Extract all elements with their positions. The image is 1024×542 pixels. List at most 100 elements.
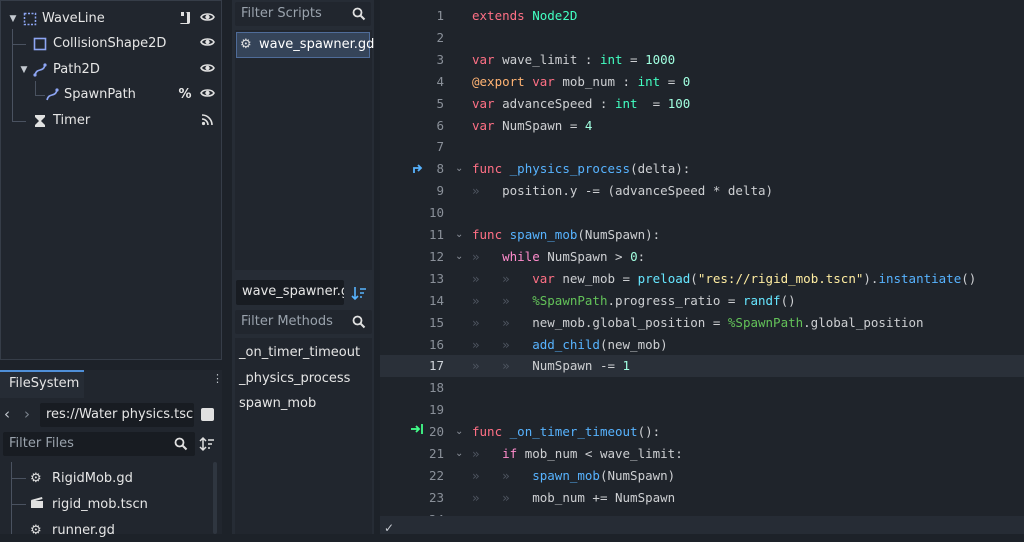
code-line[interactable]: var wave_limit : int = 1000: [472, 49, 675, 71]
scrollbar[interactable]: [213, 462, 217, 534]
code-line[interactable]: extends Node2D: [472, 5, 577, 27]
code-line[interactable]: » while NumSpawn > 0:: [472, 246, 645, 268]
collapse-arrow-icon[interactable]: ✓: [384, 522, 394, 534]
tree-node-label: Path2D: [53, 62, 100, 77]
scene-tree-panel: ▼ WaveLine CollisionShape2D ▼ Path2D Spa…: [0, 0, 222, 360]
more-options-icon[interactable]: ⋮: [212, 373, 223, 392]
override-arrow-icon[interactable]: [412, 159, 424, 181]
editor-status-bar: [380, 516, 1024, 534]
file-item[interactable]: ⚙ runner.gd: [30, 518, 115, 542]
code-line[interactable]: » » var new_mob = preload("res://rigid_m…: [472, 268, 976, 290]
code-line[interactable]: » » add_child(new_mob): [472, 334, 668, 356]
file-item[interactable]: ⚙ RigidMob.gd: [30, 466, 133, 490]
fold-arrow-icon[interactable]: ⌄: [455, 224, 463, 246]
line-number: 17: [428, 358, 444, 374]
method-item[interactable]: _physics_process: [239, 371, 350, 386]
script-list-item-selected[interactable]: ⚙ wave_spawner.gd: [236, 32, 374, 58]
code-line[interactable]: func _physics_process(delta):: [472, 158, 690, 180]
method-list: [235, 338, 372, 534]
fold-arrow-icon[interactable]: ⌄: [455, 443, 463, 465]
search-icon: [174, 437, 188, 455]
search-icon: [352, 7, 366, 25]
filter-scripts-input[interactable]: Filter Scripts: [235, 2, 371, 26]
code-line[interactable]: var NumSpawn = 4: [472, 115, 592, 137]
tree-guide-line: [11, 462, 12, 534]
code-line[interactable]: » if mob_num < wave_limit:: [472, 443, 683, 465]
method-item[interactable]: _on_timer_timeout: [239, 345, 360, 360]
script-list: [235, 30, 372, 270]
line-number: 21: [428, 446, 444, 461]
tree-node-timer[interactable]: Timer: [1, 109, 221, 133]
chevron-down-icon[interactable]: ▼: [16, 62, 32, 78]
line-number: 14: [428, 292, 444, 308]
line-number: 5: [436, 95, 444, 111]
eye-icon[interactable]: [199, 62, 215, 78]
script-name: wave_spawner.gd: [259, 37, 375, 52]
fold-arrow-icon[interactable]: ⌄: [455, 246, 463, 268]
signal-connection-icon[interactable]: [410, 420, 424, 442]
line-number: 4: [436, 73, 444, 89]
file-name: runner.gd: [52, 522, 115, 538]
current-script-field[interactable]: wave_spawner.gd: [236, 280, 344, 305]
line-number: 16: [428, 336, 444, 352]
tree-node-waveline[interactable]: ▼ WaveLine: [1, 7, 221, 31]
script-icon[interactable]: [177, 11, 193, 27]
fold-arrow-icon[interactable]: ⌄: [455, 158, 463, 180]
back-arrow-icon[interactable]: ‹: [4, 405, 18, 423]
timer-icon: [32, 113, 48, 129]
tree-node-label: Timer: [53, 113, 91, 128]
eye-icon[interactable]: [199, 87, 215, 103]
tab-filesystem[interactable]: FileSystem: [0, 370, 84, 398]
tree-node-spawnpath[interactable]: SpawnPath %: [1, 83, 221, 107]
line-number: 1: [436, 8, 444, 23]
tree-node-label: WaveLine: [42, 11, 105, 26]
file-item[interactable]: rigid_mob.tscn: [30, 492, 148, 516]
tree-guide-line: [11, 504, 26, 505]
toggle-split-icon[interactable]: [201, 408, 214, 421]
line-number: 18: [428, 380, 444, 396]
line-number: 7: [436, 139, 444, 155]
code-line[interactable]: @export var mob_num : int = 0: [472, 71, 690, 93]
eye-icon[interactable]: [199, 36, 215, 52]
line-number: 11: [428, 227, 444, 242]
code-line[interactable]: » position.y -= (advanceSpeed * delta): [472, 180, 773, 202]
line-number: 9: [436, 183, 444, 199]
code-line[interactable]: » » %SpawnPath.progress_ratio = randf(): [472, 290, 796, 312]
line-number: 3: [436, 51, 444, 67]
code-line[interactable]: » » spawn_mob(NumSpawn): [472, 465, 675, 487]
line-number: 22: [428, 467, 444, 483]
code-line[interactable]: var advanceSpeed : int = 100: [472, 93, 690, 115]
percent-icon[interactable]: %: [177, 87, 193, 103]
path-field[interactable]: res://Water physics.tscn: [40, 403, 194, 427]
code-line[interactable]: » » mob_num += NumSpawn: [472, 487, 675, 509]
search-icon: [352, 315, 366, 333]
file-name: rigid_mob.tscn: [52, 496, 148, 512]
path-follow-icon: [44, 87, 60, 103]
chevron-down-icon[interactable]: ▼: [5, 11, 21, 27]
gear-icon: ⚙: [30, 470, 42, 486]
sort-icon[interactable]: [351, 285, 367, 305]
signal-icon[interactable]: [199, 113, 215, 129]
code-line[interactable]: func spawn_mob(NumSpawn):: [472, 224, 660, 246]
tree-node-collisionshape2d[interactable]: CollisionShape2D: [1, 32, 221, 56]
forward-arrow-icon[interactable]: ›: [24, 405, 38, 423]
eye-icon[interactable]: [199, 11, 215, 27]
sort-icon[interactable]: [199, 436, 215, 456]
path2d-icon: [32, 62, 48, 78]
code-line[interactable]: » » new_mob.global_position = %SpawnPath…: [472, 312, 924, 334]
method-item[interactable]: spawn_mob: [239, 396, 316, 411]
line-number: 23: [428, 489, 444, 505]
tree-node-label: CollisionShape2D: [53, 36, 167, 51]
code-line[interactable]: » » NumSpawn -= 1: [472, 355, 630, 377]
tree-node-path2d[interactable]: ▼ Path2D: [1, 58, 221, 82]
fold-arrow-icon[interactable]: ⌄: [455, 421, 463, 443]
line-number: 12: [428, 248, 444, 264]
code-line[interactable]: func _on_timer_timeout():: [472, 421, 660, 443]
line-number: 15: [428, 314, 444, 330]
file-name: RigidMob.gd: [52, 470, 133, 486]
line-number: 10: [428, 205, 444, 221]
clapper-icon: [30, 496, 46, 513]
filter-files-input[interactable]: Filter Files: [3, 432, 195, 456]
node2d-icon: [22, 11, 38, 27]
gear-icon: ⚙: [240, 37, 252, 52]
